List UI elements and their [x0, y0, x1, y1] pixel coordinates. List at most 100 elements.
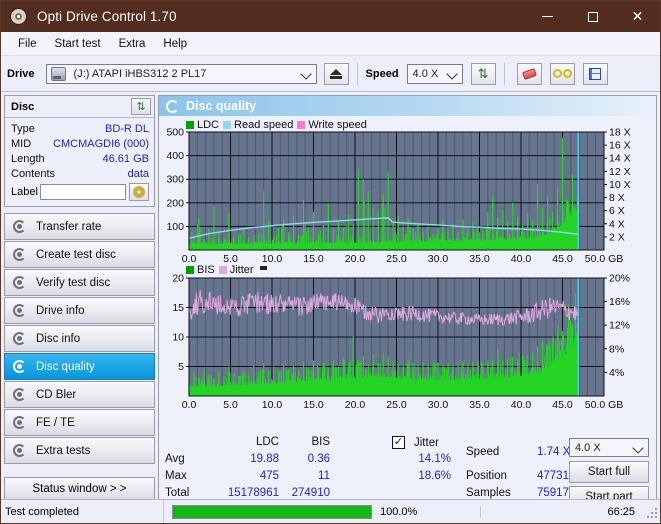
legend-marker-icon [259, 265, 267, 270]
status-message: Test completed [1, 500, 164, 523]
speed-select[interactable]: 4.0 X [406, 63, 463, 84]
svg-text:100: 100 [166, 221, 184, 233]
svg-text:20%: 20% [609, 273, 630, 285]
view-button[interactable] [549, 62, 575, 85]
stats-max-bis: 11 [318, 470, 330, 482]
disc-row-key: Length [11, 152, 45, 165]
position-stat-label: Position [466, 470, 507, 482]
sidebar-item-label: Create test disc [36, 248, 116, 261]
svg-text:25.0: 25.0 [386, 253, 407, 265]
svg-text:5.0: 5.0 [223, 399, 238, 411]
svg-text:10.0: 10.0 [262, 399, 283, 411]
sidebar-item-transfer-rate[interactable]: Transfer rate [4, 213, 155, 240]
disc-row-key: Type [11, 122, 35, 135]
disc-row-value: BD-R DL [104, 122, 149, 135]
svg-text:45.0: 45.0 [552, 253, 573, 265]
sidebar-item-label: Disc quality [36, 360, 95, 373]
title-bar: Opti Drive Control 1.70 ✕ [1, 1, 660, 32]
chevron-down-icon [632, 442, 644, 454]
stats-col-ldc: LDC [255, 436, 279, 448]
legend-item-read-speed: Read speed [223, 119, 293, 131]
stats-total-ldc: 15178961 [227, 487, 279, 499]
svg-text:10 X: 10 X [609, 179, 631, 191]
sidebar-item-disc-quality[interactable]: Disc quality [4, 353, 155, 380]
speed-stat-label: Speed [466, 446, 500, 458]
chevron-down-icon [445, 67, 458, 80]
stats-avg-ldc: 19.88 [250, 453, 279, 465]
sidebar-item-label: CD Bler [36, 388, 77, 401]
start-full-button[interactable]: Start full [569, 461, 649, 483]
disc-row-value: 46.61 GB [102, 152, 149, 165]
svg-text:30.0: 30.0 [428, 399, 449, 411]
clear-button[interactable] [516, 62, 542, 85]
progress-percent: 100.0% [380, 505, 418, 518]
menu-item-file[interactable]: File [9, 35, 46, 53]
svg-text:4%: 4% [609, 367, 624, 379]
sidebar: Disc ⇅ Type BD-R DL MID CMCMAGDI6 (000) [1, 92, 158, 503]
drive-icon [50, 66, 66, 81]
disc-label-input[interactable] [40, 183, 127, 200]
svg-text:4 X: 4 X [609, 218, 625, 230]
eject-button[interactable] [323, 62, 349, 85]
sidebar-item-create-test-disc[interactable]: Create test disc [4, 241, 155, 268]
disc-refresh-button[interactable]: ⇅ [131, 98, 151, 115]
legend-label: Write speed [308, 119, 367, 131]
legend-label: LDC [197, 119, 220, 131]
drive-toolbar: Drive (J:) ATAPI iHBS312 2 PL17 Speed 4.… [1, 56, 660, 92]
legend-swatch [218, 266, 227, 274]
svg-text:8%: 8% [609, 343, 624, 355]
stats-avg-jitter: 14.1% [418, 453, 451, 465]
legend-item-ldc: LDC [186, 119, 219, 131]
drive-select[interactable]: (J:) ATAPI iHBS312 2 PL17 [45, 63, 317, 84]
save-icon [589, 67, 602, 80]
disc-row-type: Type BD-R DL [11, 121, 149, 136]
panel-header: Disc quality [159, 96, 656, 116]
minimize-button[interactable] [525, 1, 570, 32]
disc-panel-title: Disc [11, 100, 35, 113]
sidebar-item-verify-test-disc[interactable]: Verify test disc [4, 269, 155, 296]
menu-item-help[interactable]: Help [154, 35, 196, 53]
refresh-button[interactable]: ⇅ [470, 62, 496, 85]
resize-grip-icon[interactable] [645, 506, 657, 518]
drive-select-value: (J:) ATAPI iHBS312 2 PL17 [73, 67, 207, 80]
maximize-button[interactable] [570, 1, 615, 32]
speed-select-value: 4.0 X [412, 67, 439, 80]
sidebar-item-drive-info[interactable]: Drive info [4, 297, 155, 324]
sidebar-item-extra-tests[interactable]: Extra tests [4, 437, 155, 464]
disc-label-button[interactable] [128, 182, 149, 201]
glasses-icon [552, 69, 572, 78]
disc-row-key: MID [11, 137, 32, 150]
speed-label: Speed [365, 67, 399, 80]
svg-text:5: 5 [178, 361, 184, 373]
svg-text:50.0 GB: 50.0 GB [585, 253, 624, 265]
status-window-button[interactable]: Status window > > [4, 477, 155, 500]
legend-label: Read speed [234, 119, 294, 131]
disc-row-contents: Contents data [11, 166, 149, 181]
disc-row-value: CMCMAGDI6 (000) [53, 137, 149, 150]
svg-text:30.0: 30.0 [428, 253, 449, 265]
sidebar-item-label: Disc info [36, 332, 81, 345]
jitter-label: Jitter [414, 437, 439, 449]
sidebar-item-cd-bler[interactable]: CD Bler [4, 381, 155, 408]
disc-icon [12, 359, 28, 374]
stats-row-key-avg: Avg [165, 453, 185, 465]
disc-label-key: Label [11, 185, 38, 198]
toolbar-divider-2 [503, 62, 505, 85]
menu-item-extra[interactable]: Extra [110, 35, 155, 53]
jitter-checkbox[interactable]: ✓ [392, 436, 405, 449]
eject-icon [330, 68, 343, 79]
sidebar-item-fe-te[interactable]: FE / TE [4, 409, 155, 436]
sidebar-item-label: Transfer rate [36, 220, 102, 233]
result-speed-select[interactable]: 4.0 X [569, 438, 649, 457]
legend-label: Jitter [229, 264, 254, 276]
disc-row-key: Contents [11, 167, 56, 180]
svg-text:2 X: 2 X [609, 231, 625, 243]
save-button[interactable] [582, 62, 608, 85]
menu-item-start-test[interactable]: Start test [46, 35, 110, 53]
svg-text:20.0: 20.0 [345, 253, 366, 265]
samples-stat-label: Samples [466, 487, 511, 499]
close-button[interactable]: ✕ [615, 1, 660, 32]
disc-panel-header: Disc ⇅ [5, 96, 154, 118]
sidebar-item-disc-info[interactable]: Disc info [4, 325, 155, 352]
stats-avg-bis: 0.36 [307, 453, 330, 465]
